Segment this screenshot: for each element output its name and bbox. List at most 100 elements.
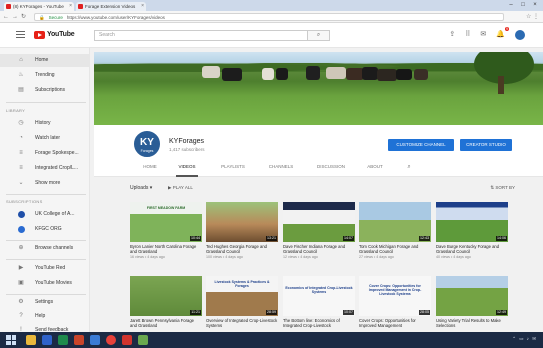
system-tray[interactable]: ⌃ ▭ ♪ ✉ — [512, 336, 537, 342]
uploads-header: Uploads ▾ ▶ PLAY ALL ⇅ SORT BY — [94, 178, 543, 198]
search-input[interactable]: Search — [94, 30, 308, 41]
file-explorer-icon[interactable] — [26, 335, 36, 345]
video-thumbnail[interactable]: FIRST MEADOW FARM 10:44 — [130, 202, 202, 242]
video-title[interactable]: Byron Lanier North Carolina Forage and G… — [130, 244, 202, 254]
banner-cow — [202, 66, 220, 78]
sidebar-item-integrated-crop[interactable]: ≡ Integrated Crop/L... — [0, 162, 89, 175]
close-tab-icon[interactable]: × — [69, 2, 72, 11]
video-duration: 13:21 — [266, 236, 277, 241]
account-avatar[interactable] — [515, 30, 525, 40]
tab-channels[interactable]: CHANNELS — [266, 159, 296, 177]
thumbnail-text: Cover Crops: Opportunities for Improved … — [368, 284, 422, 296]
sidebar-item-home[interactable]: ⌂ Home — [0, 54, 89, 67]
play-all-button[interactable]: ▶ PLAY ALL — [168, 185, 193, 191]
subscriber-count: 1,417 subscribers — [169, 147, 205, 152]
sidebar-item-show-more[interactable]: ⌄ Show more — [0, 177, 89, 190]
powerpoint-icon[interactable] — [74, 335, 84, 345]
forward-icon[interactable]: → — [12, 14, 21, 20]
acrobat-icon[interactable] — [122, 335, 132, 345]
tab-about[interactable]: ABOUT — [364, 159, 386, 177]
sidebar-item-settings[interactable]: ⚙ Settings — [0, 296, 89, 309]
youtube-logo-text[interactable]: YouTube — [47, 31, 75, 38]
tab-playlists[interactable]: PLAYLISTS — [218, 159, 248, 177]
windows-start-icon[interactable] — [6, 335, 16, 345]
reload-icon[interactable]: ↻ — [21, 14, 29, 20]
video-meta: 12 views • 4 days ago — [283, 255, 318, 259]
close-tab-icon[interactable]: × — [141, 2, 144, 11]
sidebar-item-watch-later[interactable]: ◔ Watch later — [0, 132, 89, 145]
tab-home[interactable]: HOME — [140, 159, 160, 177]
search-button[interactable]: ⌕ — [308, 30, 330, 41]
chrome-icon[interactable] — [106, 335, 116, 345]
video-title[interactable]: Overview of Integrated Crop-Livestock Sy… — [206, 318, 278, 328]
channel-avatar[interactable]: KY Forages — [132, 129, 162, 159]
sidebar-item-youtube-movies[interactable]: ▣ YouTube Movies — [0, 277, 89, 290]
browser-menu-icon[interactable]: ☆ ⋮ — [526, 13, 539, 20]
sidebar-item-help[interactable]: ? Help — [0, 310, 89, 323]
video-title[interactable]: Dave Fischer Indiana Forage and Grasslan… — [283, 244, 355, 254]
video-thumbnail[interactable]: 14:07 — [283, 202, 355, 242]
word-icon[interactable] — [42, 335, 52, 345]
video-title[interactable]: Tom Cook Michigan Forage and Grassland C… — [359, 244, 431, 254]
uploads-dropdown[interactable]: Uploads ▾ — [130, 185, 152, 191]
avatar-main-text: KY — [140, 137, 154, 148]
tab-discussion[interactable]: DISCUSSION — [314, 159, 348, 177]
minimize-icon[interactable]: – — [505, 0, 517, 11]
tab-videos[interactable]: VIDEOS — [176, 159, 198, 177]
outlook-icon[interactable] — [90, 335, 100, 345]
menu-icon[interactable] — [16, 31, 25, 38]
video-title[interactable]: Cover Crops: Opportunities for Improved … — [359, 318, 431, 328]
screen: (8) KYForages - YouTube × Forage Extensi… — [0, 0, 543, 348]
sidebar-item-kfgc[interactable]: KFGC ORG — [0, 223, 89, 236]
video-thumbnail[interactable]: 13:21 — [206, 202, 278, 242]
video-title[interactable]: The Bottom line: Economics of Integrated… — [283, 318, 355, 328]
divider — [6, 240, 86, 241]
divider — [6, 259, 86, 260]
youtube-logo-icon[interactable] — [34, 31, 45, 39]
video-thumbnail[interactable]: 11:21 — [130, 276, 202, 316]
close-window-icon[interactable]: × — [529, 0, 541, 11]
gear-icon: ⚙ — [18, 299, 24, 305]
channel-search-icon[interactable]: ⌕ — [404, 159, 414, 177]
video-title[interactable]: Using Variety Trial Results to Make Sele… — [436, 318, 508, 328]
sort-by-button[interactable]: ⇅ SORT BY — [490, 185, 515, 191]
sidebar-item-youtube-red[interactable]: ▶ YouTube Red — [0, 262, 89, 275]
video-thumbnail[interactable]: Cover Crops: Opportunities for Improved … — [359, 276, 431, 316]
maximize-icon[interactable]: □ — [517, 0, 529, 11]
browser-tab-forage[interactable]: Forage Extension Videos × — [76, 2, 146, 11]
url-text: https://www.youtube.com/user/KYForages/v… — [66, 15, 165, 20]
browser-tab-youtube[interactable]: (8) KYForages - YouTube × — [4, 2, 74, 11]
url-field[interactable]: 🔒 Secure https://www.youtube.com/user/KYFo… — [34, 13, 504, 21]
video-thumbnail[interactable]: Economics of Integrated Crop-Livestock S… — [283, 276, 355, 316]
upload-icon[interactable]: ⇪ — [449, 30, 455, 40]
messages-icon[interactable]: ✉ — [480, 30, 486, 40]
creator-studio-button[interactable]: CREATOR STUDIO — [460, 139, 512, 151]
customize-channel-button[interactable]: CUSTOMIZE CHANNEL — [388, 139, 454, 151]
sidebar-item-history[interactable]: ◷ History — [0, 117, 89, 130]
video-title[interactable]: Dave Burge Kentucky Forage and Grassland… — [436, 244, 508, 254]
lock-icon: 🔒 — [39, 15, 45, 20]
add-circle-icon: ⊕ — [18, 245, 24, 251]
video-title[interactable]: Jarett Brown Pennsylvania Forage and Gra… — [130, 318, 202, 328]
sidebar-item-forage-spokesperson[interactable]: ≡ Forage Spokespe... — [0, 147, 89, 160]
sidebar-item-uk-college[interactable]: UK College of A... — [0, 208, 89, 221]
sidebar-item-browse-channels[interactable]: ⊕ Browse channels — [0, 242, 89, 255]
back-icon[interactable]: ← — [3, 14, 12, 20]
sidebar-item-send-feedback[interactable]: ! Send feedback — [0, 324, 89, 332]
video-thumbnail[interactable]: 12:49 — [436, 276, 508, 316]
app-icon[interactable] — [138, 335, 148, 345]
browser-tab-bar: (8) KYForages - YouTube × Forage Extensi… — [0, 0, 543, 11]
banner-cow — [222, 68, 242, 81]
video-thumbnail[interactable]: Livestock Systems & Practices & Forages … — [206, 276, 278, 316]
divider — [6, 102, 86, 103]
sidebar-item-subscriptions[interactable]: ▤ Subscriptions — [0, 84, 89, 97]
excel-icon[interactable] — [58, 335, 68, 345]
notifications-icon[interactable]: 🔔 9 — [496, 27, 509, 40]
video-thumbnail[interactable]: 14:06 — [436, 202, 508, 242]
video-title[interactable]: Ted Hughes Georgia Forage and Grassland … — [206, 244, 278, 254]
apps-icon[interactable]: ⠿ — [465, 30, 470, 40]
video-duration: 28:05 — [419, 310, 430, 315]
tab-title: Forage Extension Videos — [85, 4, 136, 9]
video-thumbnail[interactable]: 12:43 — [359, 202, 431, 242]
sidebar-item-trending[interactable]: ♨ Trending — [0, 69, 89, 82]
